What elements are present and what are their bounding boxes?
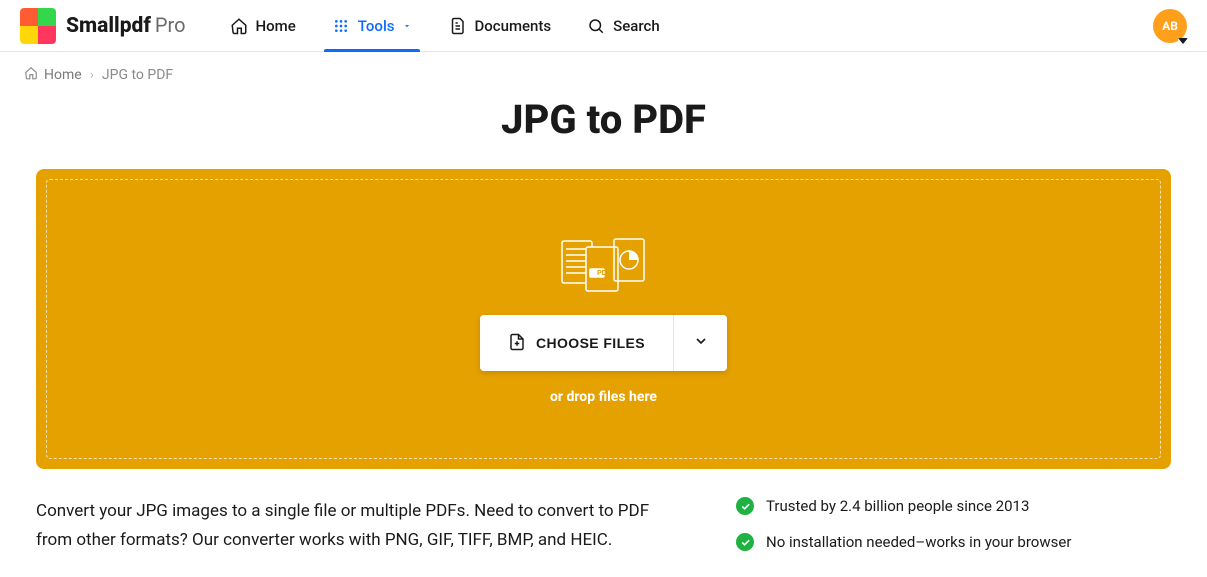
- chevron-down-icon: [402, 17, 412, 35]
- brand-text: Smallpdf Pro: [66, 13, 186, 38]
- choose-files-button[interactable]: CHOOSE FILES: [480, 315, 673, 371]
- check-circle-icon: [736, 533, 754, 551]
- chevron-down-icon: [693, 333, 709, 353]
- benefit-text: No installation needed–works in your bro…: [766, 533, 1071, 551]
- breadcrumb-separator: ›: [90, 67, 94, 83]
- choose-files-group: CHOOSE FILES: [480, 315, 727, 371]
- nav-documents[interactable]: Documents: [430, 0, 569, 51]
- benefit-text: Trusted by 2.4 billion people since 2013: [766, 497, 1029, 515]
- home-icon: [24, 66, 38, 84]
- drop-hint: or drop files here: [550, 389, 657, 405]
- nav-home-label: Home: [256, 17, 296, 35]
- benefit-item: Trusted by 2.4 billion people since 2013: [736, 497, 1096, 515]
- brand-block[interactable]: Smallpdf Pro: [20, 8, 186, 44]
- benefit-item: No installation needed–works in your bro…: [736, 533, 1096, 551]
- nav-search-label: Search: [613, 17, 660, 35]
- check-circle-icon: [736, 497, 754, 515]
- avatar-initials: AB: [1162, 19, 1178, 33]
- breadcrumb-current: JPG to PDF: [102, 67, 173, 83]
- dropzone-inner: PDF CHOOSE FILES or drop files here: [46, 179, 1161, 459]
- nav-documents-label: Documents: [474, 17, 551, 35]
- search-icon: [587, 17, 605, 35]
- nav-home[interactable]: Home: [212, 0, 314, 51]
- home-icon: [230, 17, 248, 35]
- documents-icon: [448, 17, 466, 35]
- brand-suffix: Pro: [155, 13, 186, 37]
- description-text: Convert your JPG images to a single file…: [36, 497, 676, 555]
- page-title: JPG to PDF: [0, 96, 1207, 143]
- nav-tools-label: Tools: [358, 17, 395, 35]
- svg-text:PDF: PDF: [597, 270, 612, 277]
- grid-icon: [332, 17, 350, 35]
- dropzone[interactable]: PDF CHOOSE FILES or drop files here: [36, 169, 1171, 469]
- primary-nav: Home Tools Documents Search: [212, 0, 678, 51]
- brand-name: Smallpdf: [66, 14, 151, 38]
- breadcrumb: Home › JPG to PDF: [0, 52, 1207, 92]
- logo-icon: [20, 8, 56, 44]
- nav-tools[interactable]: Tools: [314, 0, 431, 51]
- choose-files-dropdown[interactable]: [673, 315, 727, 371]
- avatar[interactable]: AB: [1153, 9, 1187, 43]
- breadcrumb-home[interactable]: Home: [24, 66, 82, 84]
- benefits-list: Trusted by 2.4 billion people since 2013…: [736, 497, 1096, 555]
- file-add-icon: [508, 332, 526, 355]
- breadcrumb-home-label: Home: [44, 67, 82, 83]
- files-illustration-icon: PDF: [554, 233, 654, 297]
- nav-search[interactable]: Search: [569, 0, 678, 51]
- info-section: Convert your JPG images to a single file…: [0, 469, 1207, 555]
- header: Smallpdf Pro Home Tools Documents: [0, 0, 1207, 52]
- choose-files-label: CHOOSE FILES: [536, 335, 645, 351]
